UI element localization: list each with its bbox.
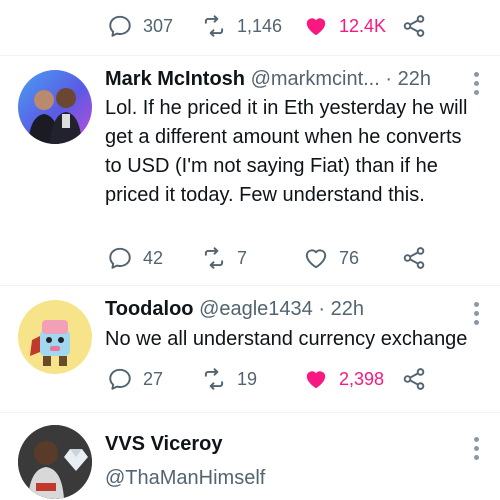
display-name[interactable]: Toodaloo [105,298,194,320]
avatar-image [18,425,92,499]
tweet-vvs-viceroy[interactable]: VVS Viceroy @ThaManHimself [0,415,500,500]
retweet-icon [204,368,224,390]
like-button[interactable]: 76 [303,245,359,271]
share-icon [403,15,425,37]
user-handle[interactable]: @eagle1434 [199,298,313,320]
reply-icon [109,15,131,37]
like-count: 12.4K [339,15,387,36]
more-icon[interactable] [474,437,480,460]
retweet-button[interactable]: 19 [201,366,257,392]
timestamp[interactable]: · 22h [318,298,364,320]
user-handle[interactable]: @markmcint... [251,68,380,90]
display-name[interactable]: VVS Viceroy [105,433,222,455]
heart-icon [306,371,326,389]
reply-button[interactable]: 42 [107,245,163,271]
avatar-image [30,320,70,366]
retweet-button[interactable]: 7 [201,245,247,271]
retweet-count: 19 [237,368,258,389]
retweet-count: 7 [237,247,248,268]
reply-icon [109,247,131,269]
retweet-icon [204,15,224,37]
share-icon [403,247,425,269]
like-button[interactable]: 2,398 [303,366,384,392]
tweet-text: Lol. If he priced it in Eth yesterday he… [105,97,468,206]
tweet-header: VVS Viceroy [105,431,460,457]
like-button[interactable]: 12.4K [303,13,386,39]
retweet-icon [204,247,224,269]
more-icon[interactable] [474,302,480,325]
tweet-toodaloo[interactable]: Toodaloo @eagle1434 · 22h No we all unde… [0,288,500,410]
share-icon [403,368,425,390]
tweet-text: No we all understand currency exchange [105,328,468,350]
like-count: 76 [339,247,360,268]
reply-icon [109,368,131,390]
avatar-image [28,88,82,144]
divider [0,412,500,413]
divider [0,55,500,56]
tweet-header-handle: @ThaManHimself [105,465,460,491]
share-button[interactable] [401,13,427,39]
tweet-header: Toodaloo @eagle1434 · 22h [105,296,460,322]
avatar[interactable] [18,70,92,144]
like-count: 2,398 [339,368,385,389]
heart-icon [306,18,326,36]
display-name[interactable]: Mark McIntosh [105,68,245,90]
retweet-button[interactable]: 1,146 [201,13,282,39]
reply-count: 27 [143,368,164,389]
tweet-header: Mark McIntosh @markmcint... · 22h [105,66,460,92]
reply-button[interactable]: 307 [107,13,173,39]
share-button[interactable] [401,245,427,271]
top-action-bar: 307 1,146 12.4K [105,6,500,46]
avatar[interactable] [18,425,92,499]
more-icon[interactable] [474,72,480,95]
tweet-actions: 27 19 2,398 [105,359,500,399]
reply-count: 307 [143,15,174,36]
reply-count: 42 [143,247,164,268]
share-button[interactable] [401,366,427,392]
timestamp[interactable]: · 22h [385,68,431,90]
avatar[interactable] [18,300,92,374]
tweet-mark-mcintosh[interactable]: Mark McIntosh @markmcint... · 22h Lol. I… [0,58,500,283]
retweet-count: 1,146 [237,15,283,36]
divider [0,285,500,286]
reply-button[interactable]: 27 [107,366,163,392]
user-handle[interactable]: @ThaManHimself [105,467,265,489]
heart-icon [305,249,327,269]
tweet-actions: 42 7 76 [105,238,500,278]
